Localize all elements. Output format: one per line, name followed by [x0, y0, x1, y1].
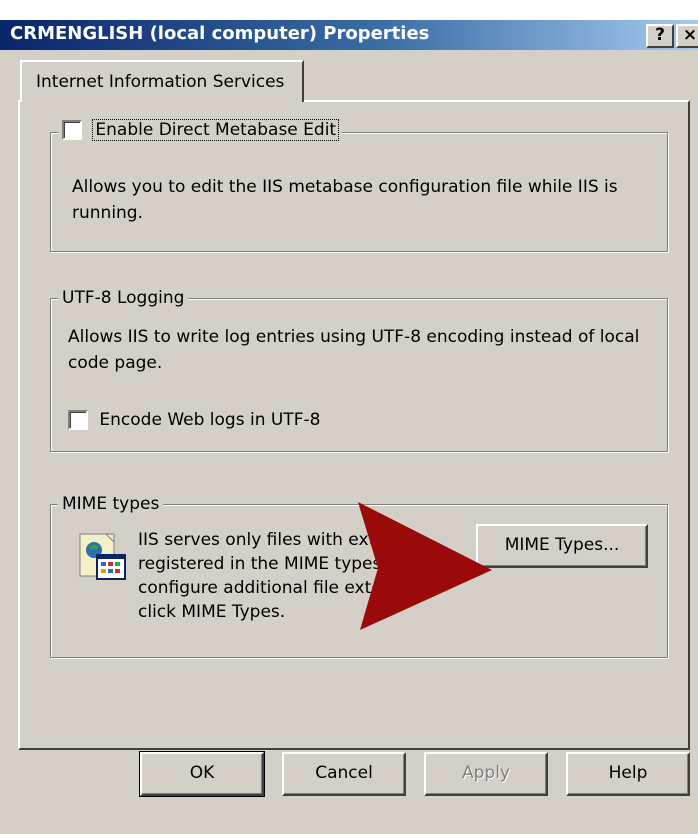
tab-label: Internet Information Services	[36, 72, 285, 92]
application-window-icon	[79, 533, 126, 580]
mime-legend: MIME types	[58, 494, 164, 514]
utf8-checkbox-row[interactable]: Encode Web logs in UTF-8	[68, 410, 320, 430]
metabase-description: Allows you to edit the IIS metabase conf…	[72, 177, 618, 223]
utf8-checkbox-label: Encode Web logs in UTF-8	[99, 410, 321, 430]
utf8-description: Allows IIS to write log entries using UT…	[68, 327, 640, 373]
encode-utf8-checkbox[interactable]	[68, 410, 88, 430]
window-title: CRMENGLISH (local computer) Properties	[10, 23, 430, 44]
ok-button[interactable]: OK	[139, 751, 265, 797]
metabase-edit-checkbox[interactable]	[62, 120, 82, 140]
metabase-checkbox-label: Enable Direct Metabase Edit	[92, 119, 340, 141]
close-button[interactable]: ×	[676, 24, 698, 48]
metabase-checkbox-row[interactable]: Enable Direct Metabase Edit	[58, 119, 343, 141]
tab-panel: Enable Direct Metabase Edit Allows you t…	[18, 100, 690, 750]
cropped-top-text	[0, 0, 698, 20]
help-button[interactable]: ?	[646, 24, 674, 48]
apply-button[interactable]: Apply	[424, 752, 548, 796]
red-arrow-annotation	[358, 502, 492, 630]
utf8-legend: UTF-8 Logging	[58, 288, 189, 308]
title-bar[interactable]: CRMENGLISH (local computer) Properties ?…	[0, 20, 698, 50]
help-footer-button[interactable]: Help	[566, 752, 690, 796]
mime-types-button[interactable]: MIME Types...	[476, 524, 648, 568]
cancel-button[interactable]: Cancel	[282, 752, 406, 796]
tab-internet-information-services[interactable]: Internet Information Services	[20, 60, 304, 102]
